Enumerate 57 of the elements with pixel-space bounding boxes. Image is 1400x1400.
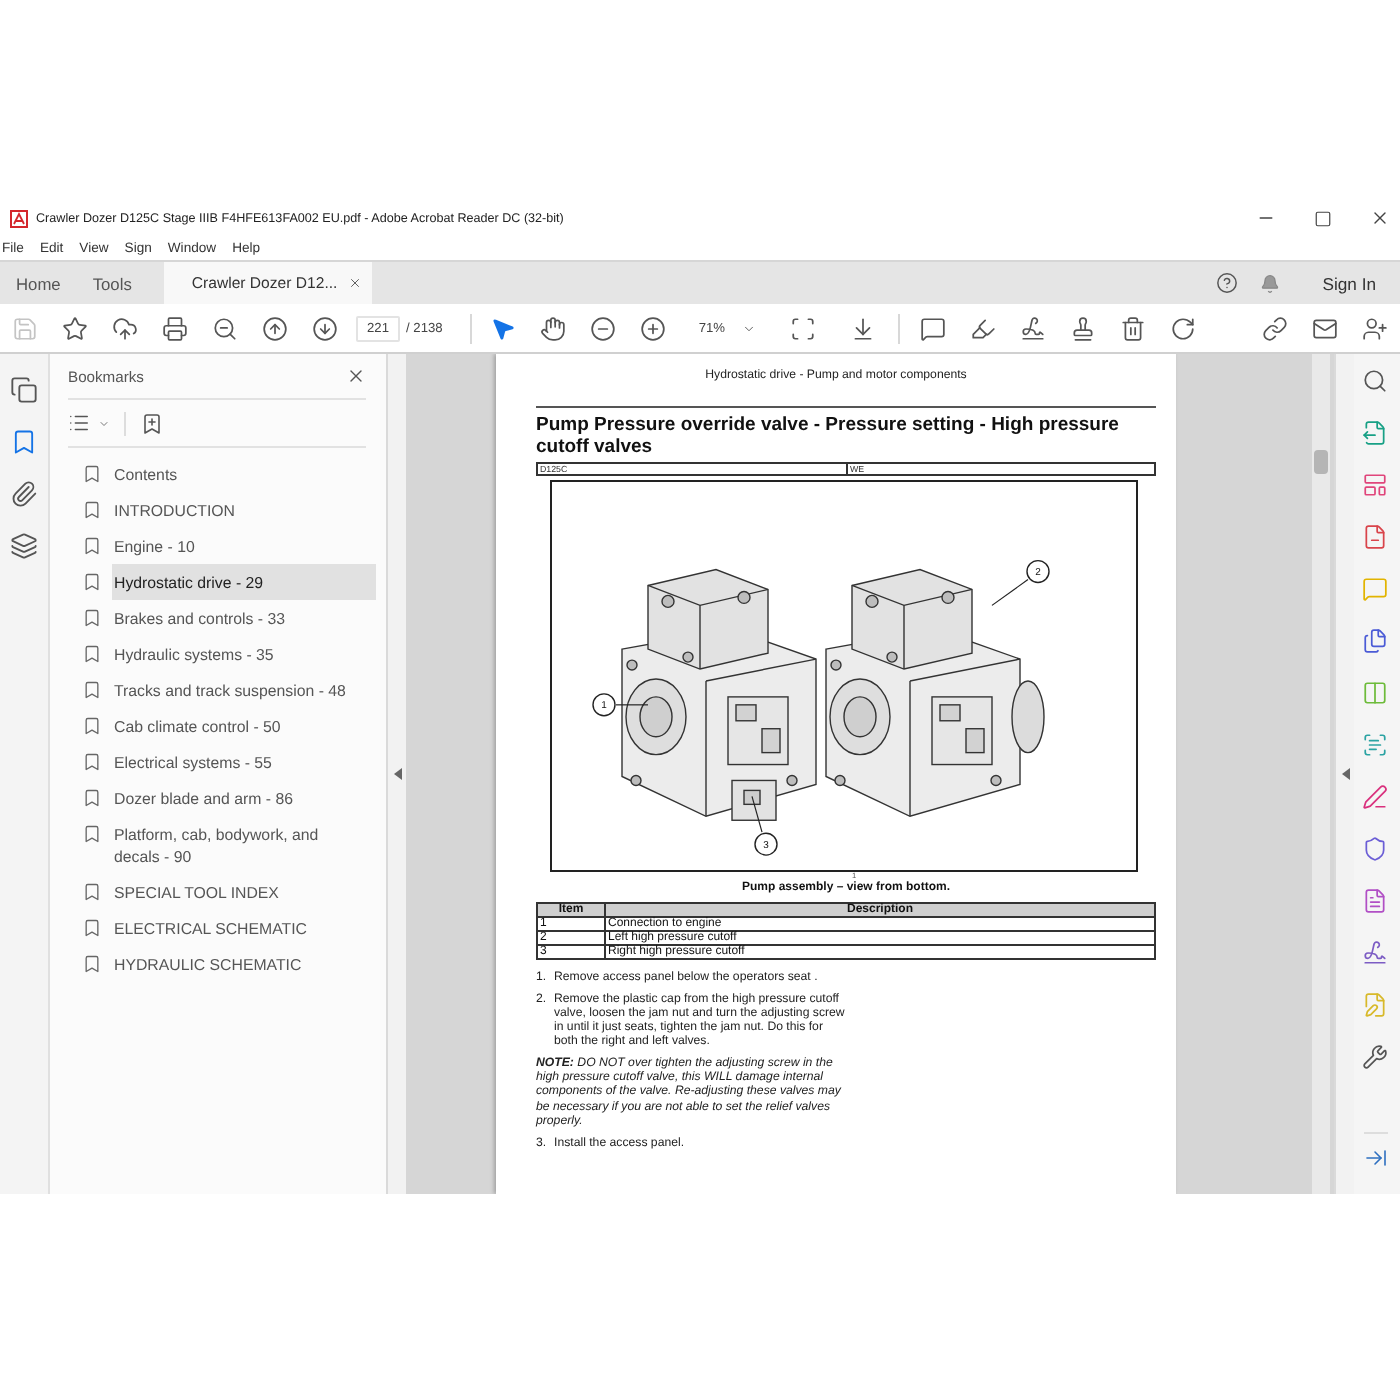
scrollbar-thumb[interactable] — [1314, 450, 1328, 474]
layers-icon[interactable] — [10, 532, 38, 560]
wrench-icon[interactable] — [1362, 1043, 1388, 1069]
bookmark-icon[interactable] — [10, 428, 38, 456]
close-icon[interactable] — [346, 366, 366, 386]
next-page-icon[interactable] — [312, 315, 338, 341]
paperclip-icon[interactable] — [10, 480, 38, 508]
scroll-mode-icon[interactable] — [850, 315, 877, 341]
previous-page-icon[interactable] — [262, 315, 288, 341]
tab[interactable]: Home — [0, 262, 77, 304]
scrollbar[interactable] — [1312, 354, 1330, 1194]
zoom-out-circle-icon[interactable] — [590, 315, 617, 341]
star-icon[interactable] — [62, 315, 88, 341]
layout-icon[interactable] — [1362, 471, 1388, 497]
maximize-icon[interactable] — [1314, 209, 1332, 227]
document-title: Pump Pressure override valve - Pressure setting - High pressure cutoff valves — [536, 414, 1121, 458]
tab[interactable]: Tools — [76, 262, 148, 304]
trash-icon[interactable] — [1120, 315, 1147, 341]
sign-in-button[interactable]: Sign In — [1322, 273, 1376, 293]
leader-line — [615, 704, 649, 706]
close-tab-icon[interactable] — [347, 276, 362, 290]
cloud-upload-icon[interactable] — [112, 315, 138, 341]
search-icon[interactable] — [1362, 367, 1388, 393]
zoom-in-circle-icon[interactable] — [640, 315, 667, 341]
close-icon[interactable] — [1370, 208, 1390, 228]
help-icon[interactable] — [1216, 272, 1239, 294]
fit-page-icon[interactable] — [790, 315, 817, 341]
hand-icon[interactable] — [540, 315, 567, 341]
link-icon[interactable] — [1262, 315, 1288, 341]
add-bookmark-icon[interactable] — [140, 411, 164, 435]
app-logo-icon — [10, 209, 28, 227]
pointer-icon[interactable] — [490, 315, 517, 341]
arrow-to-line-icon[interactable] — [1363, 1146, 1387, 1170]
add-user-icon[interactable] — [1362, 315, 1388, 341]
highlighter-icon[interactable] — [970, 315, 997, 341]
files-icon[interactable] — [1362, 627, 1388, 653]
file-minus-icon[interactable] — [1362, 523, 1388, 549]
leader-line — [751, 795, 763, 833]
print-icon[interactable] — [162, 315, 188, 341]
stamp-icon[interactable] — [1070, 315, 1097, 341]
shield-icon[interactable] — [1362, 835, 1388, 861]
caret-icon[interactable] — [742, 321, 757, 335]
signature-icon[interactable] — [1362, 939, 1388, 965]
leader-line — [991, 578, 1029, 606]
signature-icon[interactable] — [1020, 315, 1047, 341]
bell-icon[interactable] — [1260, 273, 1281, 293]
collapse-arrow-icon[interactable] — [1341, 768, 1349, 780]
mail-icon[interactable] — [1312, 315, 1338, 341]
document-icon[interactable] — [1362, 887, 1388, 913]
comment-icon[interactable] — [920, 315, 947, 341]
scan-text-icon[interactable] — [1362, 731, 1388, 757]
rotate-icon[interactable] — [1170, 315, 1197, 341]
file-export-icon[interactable] — [1362, 419, 1388, 445]
zoom-out-icon[interactable] — [212, 315, 238, 341]
collapse-arrow-icon[interactable] — [393, 768, 401, 780]
pen-icon[interactable] — [1362, 783, 1388, 809]
pages-icon[interactable] — [10, 376, 38, 404]
